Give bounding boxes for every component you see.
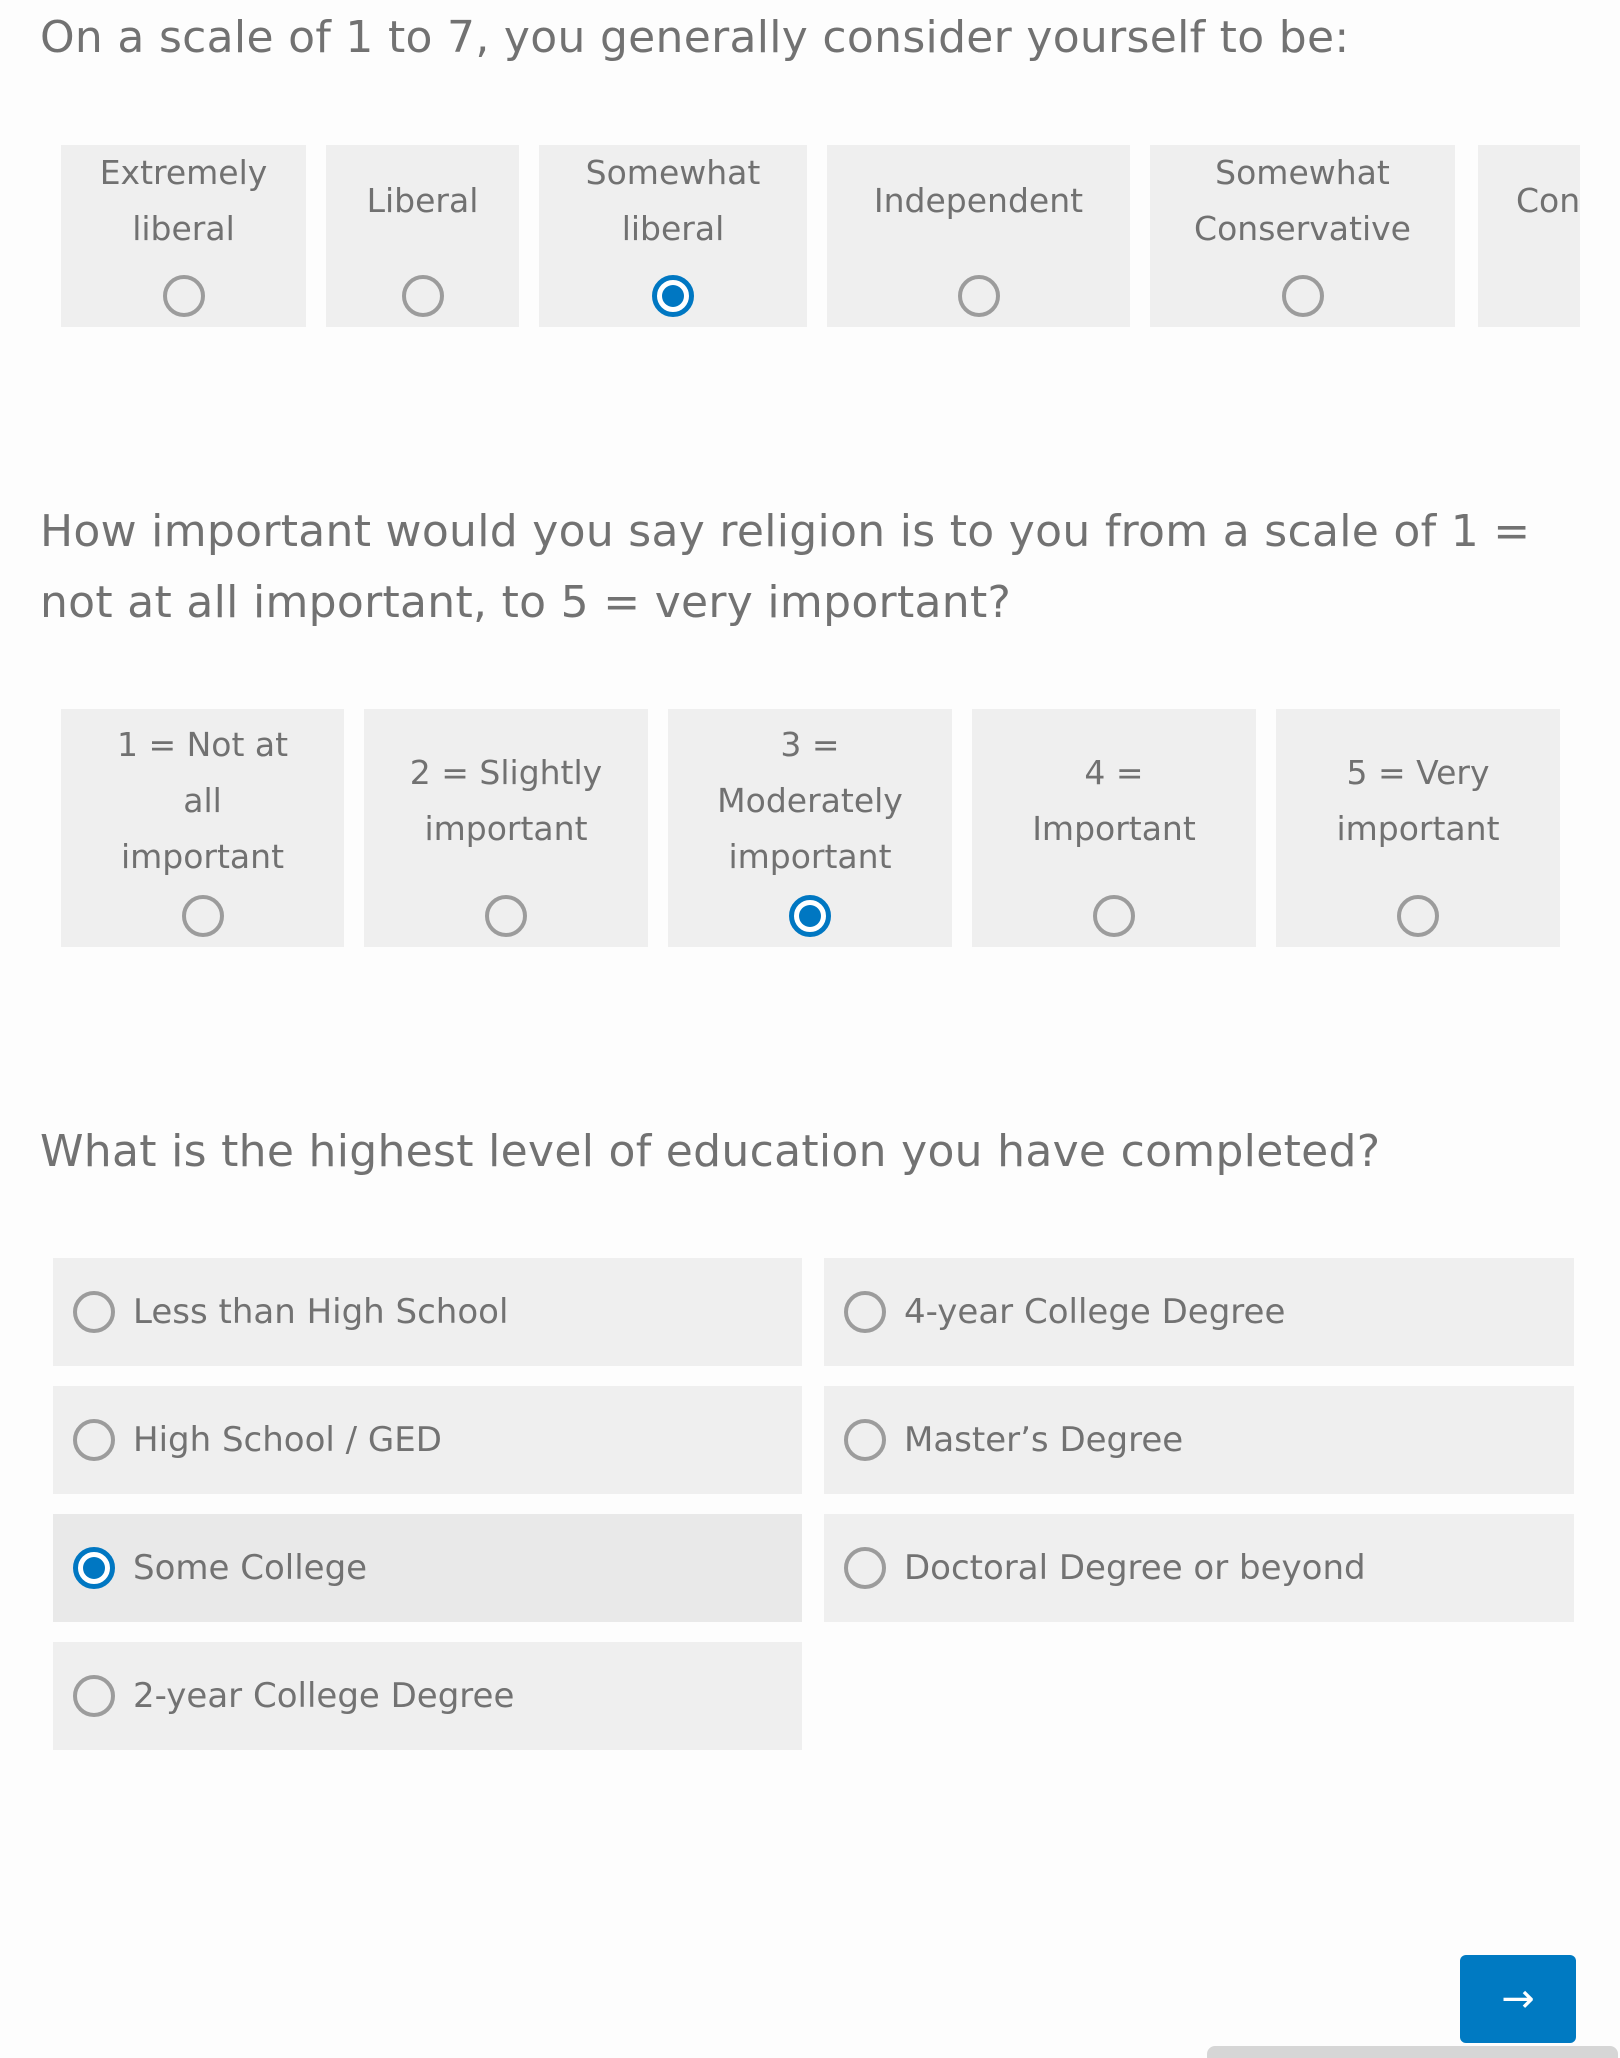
radio-button[interactable] xyxy=(401,275,444,317)
option-label: Conservative xyxy=(1516,181,1580,220)
question-1-title: On a scale of 1 to 7, you generally cons… xyxy=(40,12,1350,63)
option-label: 2 = Slightly important xyxy=(409,753,603,848)
radio-button[interactable] xyxy=(1397,895,1439,937)
option-label: 1 = Not at all important xyxy=(116,725,289,876)
q1-option-somewhat-liberal[interactable]: Somewhat liberal xyxy=(539,145,807,327)
option-label: 3 = Moderately important xyxy=(717,725,903,876)
q1-option-liberal[interactable]: Liberal xyxy=(326,145,519,327)
radio-button[interactable] xyxy=(485,895,527,937)
option-label: Independent xyxy=(873,181,1084,220)
question-3-title: What is the highest level of education y… xyxy=(40,1126,1381,1177)
radio-button[interactable] xyxy=(957,275,1000,317)
q2-option-4-important[interactable]: 4 = Important xyxy=(972,709,1256,947)
next-button[interactable]: → xyxy=(1460,1955,1576,2043)
q3-option-masters-degree[interactable]: Master’s Degree xyxy=(824,1386,1574,1494)
q3-option-2-year-college-degree[interactable]: 2-year College Degree xyxy=(53,1642,802,1750)
radio-button[interactable] xyxy=(73,1675,115,1717)
q3-option-some-college[interactable]: Some College xyxy=(53,1514,802,1622)
radio-button-checked[interactable] xyxy=(73,1547,115,1589)
radio-button[interactable] xyxy=(844,1547,886,1589)
q2-option-5-very-important[interactable]: 5 = Very important xyxy=(1276,709,1560,947)
option-label: Liberal xyxy=(366,181,479,220)
option-label: Doctoral Degree or beyond xyxy=(904,1548,1366,1588)
option-label: Some College xyxy=(133,1548,368,1588)
radio-button-checked[interactable] xyxy=(652,275,694,317)
radio-button[interactable] xyxy=(1281,275,1324,317)
progress-bar xyxy=(1207,2046,1618,2058)
arrow-right-icon: → xyxy=(1501,1976,1535,2022)
q2-option-3-moderately-important[interactable]: 3 = Moderately important xyxy=(668,709,952,947)
q1-option-independent[interactable]: Independent xyxy=(827,145,1130,327)
radio-button[interactable] xyxy=(1093,895,1135,937)
radio-button[interactable] xyxy=(73,1419,115,1461)
q3-option-less-than-high-school[interactable]: Less than High School xyxy=(53,1258,802,1366)
option-label: 4 = Important xyxy=(1032,753,1196,848)
radio-button[interactable] xyxy=(73,1291,115,1333)
option-label: Extremely liberal xyxy=(99,153,268,248)
radio-button[interactable] xyxy=(162,275,205,317)
q1-option-conservative[interactable]: Conservative xyxy=(1478,145,1580,327)
q1-option-extremely-liberal[interactable]: Extremely liberal xyxy=(61,145,306,327)
question-2-title: How important would you say religion is … xyxy=(40,506,1531,628)
q2-option-1-not-at-all-important[interactable]: 1 = Not at all important xyxy=(61,709,344,947)
q3-option-4-year-college-degree[interactable]: 4-year College Degree xyxy=(824,1258,1574,1366)
option-label: 4-year College Degree xyxy=(904,1292,1286,1332)
q3-option-high-school-ged[interactable]: High School / GED xyxy=(53,1386,802,1494)
q2-option-2-slightly-important[interactable]: 2 = Slightly important xyxy=(364,709,648,947)
option-label: Master’s Degree xyxy=(904,1420,1184,1460)
radio-button[interactable] xyxy=(181,895,224,937)
option-label: High School / GED xyxy=(133,1420,442,1460)
radio-button[interactable] xyxy=(844,1291,886,1333)
q1-option-somewhat-conservative[interactable]: Somewhat Conservative xyxy=(1150,145,1455,327)
option-label: 2-year College Degree xyxy=(133,1676,515,1716)
radio-button[interactable] xyxy=(844,1419,886,1461)
option-label: Less than High School xyxy=(133,1292,509,1332)
radio-button-checked[interactable] xyxy=(789,895,831,937)
q3-option-doctoral-degree[interactable]: Doctoral Degree or beyond xyxy=(824,1514,1574,1622)
option-label: Somewhat liberal xyxy=(585,153,761,248)
option-label: 5 = Very important xyxy=(1336,753,1500,848)
option-label: Somewhat Conservative xyxy=(1194,153,1411,248)
